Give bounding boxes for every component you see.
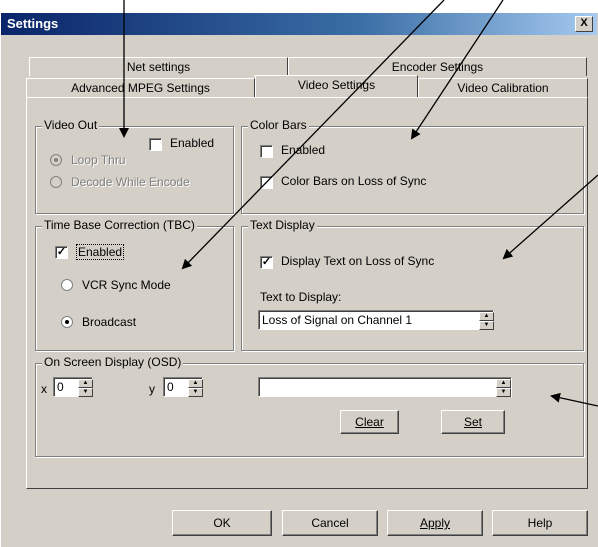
spin-down-icon[interactable]: ▼ (188, 388, 203, 397)
spin-down-icon[interactable]: ▼ (479, 321, 494, 330)
osd-y-label: y (149, 382, 155, 396)
tab-advanced-mpeg-settings[interactable]: Advanced MPEG Settings (26, 78, 255, 97)
spin-up-icon[interactable]: ▲ (188, 379, 203, 388)
color-bars-enabled-label: Enabled (281, 143, 326, 157)
tab-net-settings[interactable]: Net settings (29, 57, 288, 76)
osd-legend: On Screen Display (OSD) (42, 355, 184, 369)
vcr-sync-mode-radio[interactable] (61, 279, 73, 291)
tbc-legend: Time Base Correction (TBC) (42, 218, 197, 232)
tab-encoder-settings[interactable]: Encoder Settings (288, 57, 587, 76)
text-display-legend: Text Display (248, 218, 317, 232)
apply-button-label: Apply (419, 516, 451, 530)
help-button[interactable]: Help (492, 510, 588, 536)
close-button[interactable]: X (575, 16, 593, 32)
tab-label: Advanced MPEG Settings (71, 81, 210, 95)
osd-y-spinner[interactable]: ▲ ▼ (188, 379, 203, 397)
vcr-sync-mode-label: VCR Sync Mode (82, 278, 171, 292)
spin-down-icon[interactable]: ▼ (78, 388, 93, 397)
text-to-display-label: Text to Display: (260, 290, 342, 304)
color-bars-legend: Color Bars (248, 118, 309, 132)
broadcast-label: Broadcast (82, 315, 137, 329)
set-button-label: Set (463, 415, 482, 429)
loop-thru-radio[interactable] (50, 154, 62, 166)
text-to-display-spinner[interactable]: ▲ ▼ (479, 312, 494, 330)
spin-up-icon[interactable]: ▲ (496, 379, 511, 388)
set-button[interactable]: Set (441, 410, 505, 434)
display-text-label: Display Text on Loss of Sync (281, 254, 435, 268)
decode-while-encode-radio[interactable] (50, 176, 62, 188)
tab-video-calibration[interactable]: Video Calibration (418, 78, 588, 97)
decode-while-encode-label: Decode While Encode (71, 175, 190, 189)
video-out-enabled-checkbox[interactable] (149, 138, 162, 151)
clear-button-label: Clear (355, 415, 384, 429)
clear-button[interactable]: Clear (340, 410, 399, 434)
video-out-enabled-label: Enabled (170, 136, 215, 150)
osd-text-field[interactable] (258, 377, 512, 397)
spin-down-icon[interactable]: ▼ (496, 388, 511, 397)
osd-x-spinner[interactable]: ▲ ▼ (78, 379, 93, 397)
cancel-button[interactable]: Cancel (282, 510, 378, 536)
text-display-group: Text Display (241, 218, 584, 351)
spin-up-icon[interactable]: ▲ (78, 379, 93, 388)
color-bars-enabled-checkbox[interactable] (260, 145, 273, 158)
text-to-display-field[interactable]: Loss of Signal on Channel 1 (258, 310, 494, 330)
tbc-enabled-checkbox[interactable]: ✓ (55, 246, 68, 259)
tab-label: Net settings (126, 60, 191, 74)
title-bar[interactable]: Settings X (1, 13, 597, 35)
osd-x-label: x (41, 382, 47, 396)
settings-dialog: Settings X Net settings Encoder Settings… (0, 12, 598, 547)
osd-text-spinner[interactable]: ▲ ▼ (496, 379, 511, 397)
tab-label: Video Calibration (457, 81, 549, 95)
tab-label: Encoder Settings (391, 60, 484, 74)
apply-button[interactable]: Apply (387, 510, 483, 536)
ok-button[interactable]: OK (172, 510, 272, 536)
tbc-enabled-label: Enabled (76, 244, 125, 260)
tab-video-settings[interactable]: Video Settings (255, 75, 418, 97)
color-bars-loss-of-sync-checkbox[interactable] (260, 176, 273, 189)
window-title: Settings (7, 16, 59, 31)
display-text-checkbox[interactable]: ✓ (260, 256, 273, 269)
broadcast-radio[interactable] (61, 316, 73, 328)
loop-thru-label: Loop Thru (71, 153, 126, 167)
color-bars-loss-of-sync-label: Color Bars on Loss of Sync (281, 174, 427, 188)
video-out-legend: Video Out (42, 118, 100, 132)
spin-up-icon[interactable]: ▲ (479, 312, 494, 321)
color-bars-group: Color Bars (241, 118, 584, 214)
tab-label: Video Settings (297, 78, 376, 92)
